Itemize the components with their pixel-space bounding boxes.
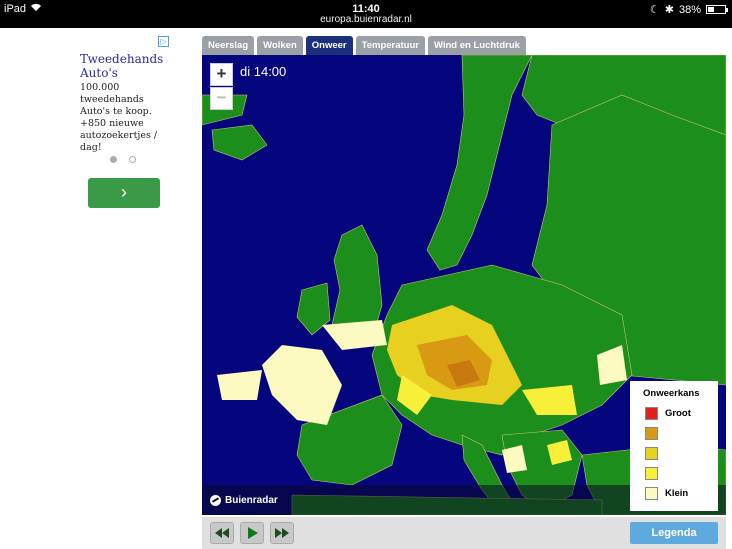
zoom-in-button[interactable]: + xyxy=(210,63,233,86)
adchoices-icon[interactable]: ▷ xyxy=(158,36,169,47)
buienradar-logo-icon xyxy=(210,495,221,506)
tab-wolken[interactable]: Wolken xyxy=(257,36,303,55)
brand-name: Buienradar xyxy=(225,495,278,506)
legend-item-klein: Klein xyxy=(645,487,715,500)
play-button[interactable] xyxy=(240,522,264,544)
carousel-dot-1[interactable] xyxy=(110,156,117,163)
map-tabs: Neerslag Wolken Onweer Temperatuur Wind … xyxy=(202,36,526,55)
legend-label-0: Groot xyxy=(665,408,691,419)
status-right: ☾ ✱ 38% xyxy=(649,3,728,16)
advertisement[interactable]: ▷ Tweedehands Auto's 100.000 tweedehands… xyxy=(70,36,180,226)
legend-swatch-0 xyxy=(645,407,658,420)
fast-forward-button[interactable] xyxy=(270,522,294,544)
legenda-button[interactable]: Legenda xyxy=(630,522,718,544)
map-time-label: di 14:00 xyxy=(240,64,287,79)
buienradar-brand: Buienradar xyxy=(210,495,278,506)
tab-neerslag[interactable]: Neerslag xyxy=(202,36,255,55)
fast-forward-icon xyxy=(275,528,289,538)
ad-title[interactable]: Tweedehands Auto's xyxy=(80,52,175,80)
tab-onweer[interactable]: Onweer xyxy=(305,36,353,55)
rewind-icon xyxy=(215,528,229,538)
legend-item-3 xyxy=(645,447,715,460)
legend-swatch-1 xyxy=(645,427,658,440)
ad-carousel-dots xyxy=(110,156,136,163)
battery-icon xyxy=(706,5,728,14)
zoom-out-button[interactable]: − xyxy=(210,87,233,110)
legend-panel: Onweerkans Groot Klein xyxy=(630,381,718,511)
legend-swatch-2 xyxy=(645,447,658,460)
legend-item-2 xyxy=(645,427,715,440)
carousel-dot-2[interactable] xyxy=(129,156,136,163)
battery-percent: 38% xyxy=(678,3,701,16)
legend-item-4 xyxy=(645,467,715,480)
battery-fill xyxy=(708,7,714,12)
tab-temperatuur[interactable]: Temperatuur xyxy=(355,36,425,55)
play-icon xyxy=(248,527,258,539)
playback-controls: Legenda xyxy=(202,517,726,549)
ad-body: 100.000 tweedehands Auto's te koop. +850… xyxy=(80,82,158,153)
rewind-button[interactable] xyxy=(210,522,234,544)
tab-wind-en-luchtdruk[interactable]: Wind en Luchtdruk xyxy=(427,36,526,55)
legend-title: Onweerkans xyxy=(643,388,700,399)
legend-swatch-3 xyxy=(645,467,658,480)
bluetooth-icon: ✱ xyxy=(664,4,674,16)
europe-thunderstorm-map[interactable]: + − di 14:00 Buienradar Onweerkans Groot… xyxy=(202,55,726,515)
ad-go-button[interactable]: › xyxy=(88,178,160,208)
legend-item-groot: Groot xyxy=(645,407,715,420)
legend-swatch-4 xyxy=(645,487,658,500)
status-bar: iPad 11:40 europa.buienradar.nl ☾ ✱ 38% xyxy=(0,0,732,28)
moon-icon: ☾ xyxy=(649,4,660,16)
address-bar-url[interactable]: europa.buienradar.nl xyxy=(0,14,732,25)
legend-label-4: Klein xyxy=(665,488,689,499)
